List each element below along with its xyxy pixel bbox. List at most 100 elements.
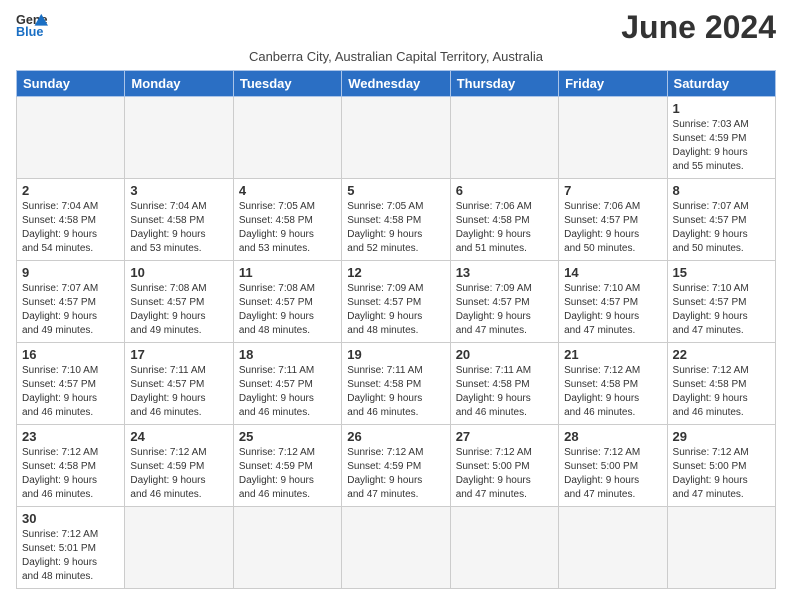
day-sun-info: Sunrise: 7:11 AM Sunset: 4:57 PM Dayligh… [130,364,227,420]
day-sun-info: Sunrise: 7:12 AM Sunset: 4:59 PM Dayligh… [239,446,336,502]
calendar-day-cell [450,97,558,179]
calendar-day-cell: 21 Sunrise: 7:12 AM Sunset: 4:58 PM Dayli… [559,343,667,425]
calendar-day-cell: 24 Sunrise: 7:12 AM Sunset: 4:59 PM Dayli… [125,425,233,507]
calendar-day-cell: 27 Sunrise: 7:12 AM Sunset: 5:00 PM Dayli… [450,425,558,507]
day-sun-info: Sunrise: 7:12 AM Sunset: 5:00 PM Dayligh… [673,446,770,502]
calendar-week-row: 16 Sunrise: 7:10 AM Sunset: 4:57 PM Dayli… [17,343,776,425]
calendar-table: SundayMondayTuesdayWednesdayThursdayFrid… [16,70,776,589]
day-sun-info: Sunrise: 7:12 AM Sunset: 4:58 PM Dayligh… [564,364,661,420]
calendar-day-cell [342,97,450,179]
day-number: 14 [564,265,661,280]
day-sun-info: Sunrise: 7:11 AM Sunset: 4:57 PM Dayligh… [239,364,336,420]
day-number: 23 [22,429,119,444]
calendar-day-cell: 8 Sunrise: 7:07 AM Sunset: 4:57 PM Daylig… [667,179,775,261]
day-sun-info: Sunrise: 7:06 AM Sunset: 4:58 PM Dayligh… [456,200,553,256]
svg-text:Blue: Blue [16,25,43,38]
calendar-day-cell: 16 Sunrise: 7:10 AM Sunset: 4:57 PM Dayli… [17,343,125,425]
calendar-day-cell: 23 Sunrise: 7:12 AM Sunset: 4:58 PM Dayli… [17,425,125,507]
calendar-day-cell: 5Sunrise: 7:05 AM Sunset: 4:58 PM Daylig… [342,179,450,261]
calendar-day-cell: 14 Sunrise: 7:10 AM Sunset: 4:57 PM Dayli… [559,261,667,343]
day-number: 15 [673,265,770,280]
day-sun-info: Sunrise: 7:12 AM Sunset: 4:58 PM Dayligh… [22,446,119,502]
calendar-day-cell [17,97,125,179]
day-sun-info: Sunrise: 7:12 AM Sunset: 4:59 PM Dayligh… [130,446,227,502]
calendar-day-cell: 2Sunrise: 7:04 AM Sunset: 4:58 PM Daylig… [17,179,125,261]
day-header-wednesday: Wednesday [342,71,450,97]
calendar-day-cell [125,507,233,589]
day-header-tuesday: Tuesday [233,71,341,97]
day-sun-info: Sunrise: 7:11 AM Sunset: 4:58 PM Dayligh… [347,364,444,420]
calendar-day-cell: 4Sunrise: 7:05 AM Sunset: 4:58 PM Daylig… [233,179,341,261]
logo-area: General Blue [16,10,50,38]
day-number: 13 [456,265,553,280]
day-sun-info: Sunrise: 7:09 AM Sunset: 4:57 PM Dayligh… [456,282,553,338]
day-sun-info: Sunrise: 7:04 AM Sunset: 4:58 PM Dayligh… [130,200,227,256]
day-sun-info: Sunrise: 7:07 AM Sunset: 4:57 PM Dayligh… [673,200,770,256]
day-number: 6 [456,183,553,198]
day-number: 25 [239,429,336,444]
day-sun-info: Sunrise: 7:05 AM Sunset: 4:58 PM Dayligh… [239,200,336,256]
day-number: 21 [564,347,661,362]
calendar-day-cell [559,507,667,589]
calendar-day-cell: 15 Sunrise: 7:10 AM Sunset: 4:57 PM Dayli… [667,261,775,343]
header: General Blue June 2024 [16,10,776,45]
day-number: 9 [22,265,119,280]
day-number: 8 [673,183,770,198]
day-header-sunday: Sunday [17,71,125,97]
day-sun-info: Sunrise: 7:09 AM Sunset: 4:57 PM Dayligh… [347,282,444,338]
calendar-day-cell [233,507,341,589]
calendar-day-cell: 11Sunrise: 7:08 AM Sunset: 4:57 PM Dayli… [233,261,341,343]
month-title: June 2024 [621,10,776,45]
day-number: 3 [130,183,227,198]
calendar-day-cell [450,507,558,589]
day-sun-info: Sunrise: 7:12 AM Sunset: 5:00 PM Dayligh… [564,446,661,502]
calendar-day-cell: 28Sunrise: 7:12 AM Sunset: 5:00 PM Dayli… [559,425,667,507]
day-number: 30 [22,511,119,526]
calendar-day-cell: 17Sunrise: 7:11 AM Sunset: 4:57 PM Dayli… [125,343,233,425]
calendar-day-cell: 22 Sunrise: 7:12 AM Sunset: 4:58 PM Dayli… [667,343,775,425]
calendar-week-row: 2Sunrise: 7:04 AM Sunset: 4:58 PM Daylig… [17,179,776,261]
calendar-header-row: SundayMondayTuesdayWednesdayThursdayFrid… [17,71,776,97]
calendar-day-cell: 19 Sunrise: 7:11 AM Sunset: 4:58 PM Dayli… [342,343,450,425]
day-sun-info: Sunrise: 7:12 AM Sunset: 4:58 PM Dayligh… [673,364,770,420]
calendar-day-cell [233,97,341,179]
day-number: 5 [347,183,444,198]
calendar-day-cell: 1 Sunrise: 7:03 AM Sunset: 4:59 PM Daylig… [667,97,775,179]
day-sun-info: Sunrise: 7:10 AM Sunset: 4:57 PM Dayligh… [564,282,661,338]
calendar-day-cell [667,507,775,589]
day-sun-info: Sunrise: 7:10 AM Sunset: 4:57 PM Dayligh… [22,364,119,420]
day-sun-info: Sunrise: 7:06 AM Sunset: 4:57 PM Dayligh… [564,200,661,256]
day-number: 22 [673,347,770,362]
calendar-day-cell: 20Sunrise: 7:11 AM Sunset: 4:58 PM Dayli… [450,343,558,425]
day-sun-info: Sunrise: 7:04 AM Sunset: 4:58 PM Dayligh… [22,200,119,256]
calendar-day-cell: 12Sunrise: 7:09 AM Sunset: 4:57 PM Dayli… [342,261,450,343]
calendar-day-cell: 7Sunrise: 7:06 AM Sunset: 4:57 PM Daylig… [559,179,667,261]
day-sun-info: Sunrise: 7:12 AM Sunset: 5:00 PM Dayligh… [456,446,553,502]
calendar-day-cell: 26Sunrise: 7:12 AM Sunset: 4:59 PM Dayli… [342,425,450,507]
calendar-week-row: 9 Sunrise: 7:07 AM Sunset: 4:57 PM Daylig… [17,261,776,343]
day-sun-info: Sunrise: 7:10 AM Sunset: 4:57 PM Dayligh… [673,282,770,338]
calendar-day-cell: 9 Sunrise: 7:07 AM Sunset: 4:57 PM Daylig… [17,261,125,343]
day-number: 1 [673,101,770,116]
calendar-day-cell: 6 Sunrise: 7:06 AM Sunset: 4:58 PM Daylig… [450,179,558,261]
day-sun-info: Sunrise: 7:03 AM Sunset: 4:59 PM Dayligh… [673,118,770,174]
calendar-day-cell: 3 Sunrise: 7:04 AM Sunset: 4:58 PM Daylig… [125,179,233,261]
calendar-day-cell: 10Sunrise: 7:08 AM Sunset: 4:57 PM Dayli… [125,261,233,343]
day-number: 19 [347,347,444,362]
day-number: 16 [22,347,119,362]
day-number: 18 [239,347,336,362]
calendar-day-cell: 25 Sunrise: 7:12 AM Sunset: 4:59 PM Dayli… [233,425,341,507]
day-number: 24 [130,429,227,444]
day-header-monday: Monday [125,71,233,97]
day-number: 27 [456,429,553,444]
calendar-week-row: 23 Sunrise: 7:12 AM Sunset: 4:58 PM Dayli… [17,425,776,507]
day-header-friday: Friday [559,71,667,97]
calendar-week-row: 1 Sunrise: 7:03 AM Sunset: 4:59 PM Daylig… [17,97,776,179]
day-sun-info: Sunrise: 7:08 AM Sunset: 4:57 PM Dayligh… [239,282,336,338]
calendar-day-cell [559,97,667,179]
day-number: 10 [130,265,227,280]
calendar-day-cell: 29Sunrise: 7:12 AM Sunset: 5:00 PM Dayli… [667,425,775,507]
day-sun-info: Sunrise: 7:07 AM Sunset: 4:57 PM Dayligh… [22,282,119,338]
day-sun-info: Sunrise: 7:12 AM Sunset: 5:01 PM Dayligh… [22,528,119,584]
calendar-subtitle: Canberra City, Australian Capital Territ… [16,49,776,64]
